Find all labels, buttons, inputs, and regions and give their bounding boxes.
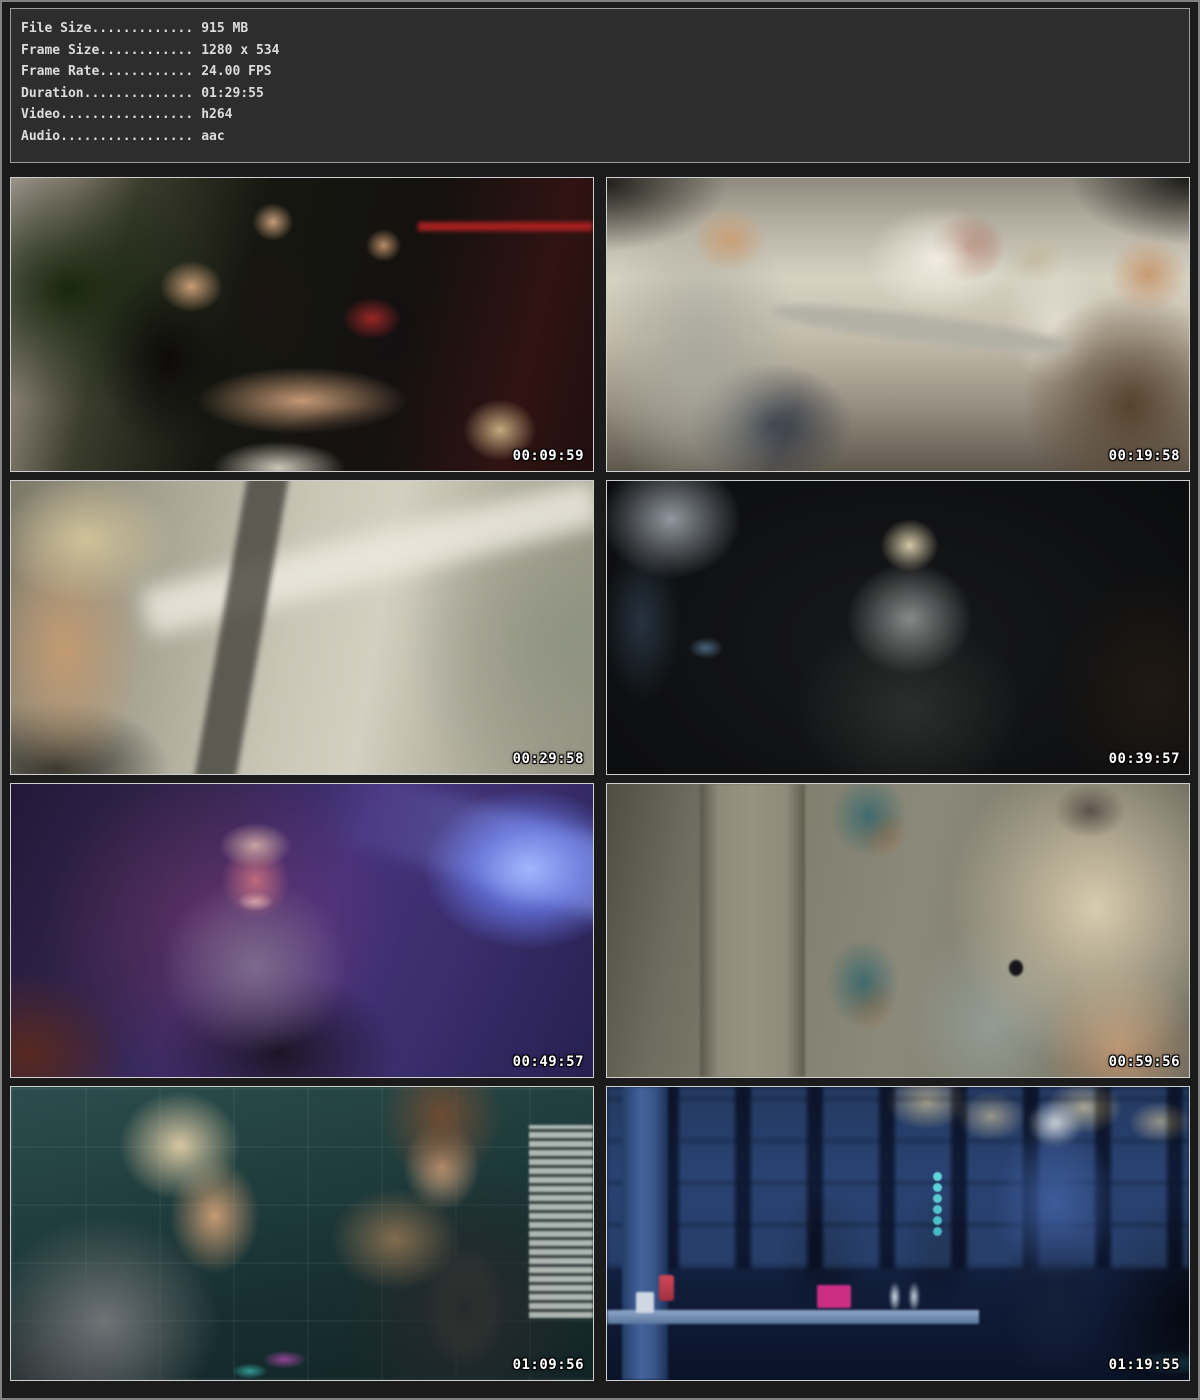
file-size-value: 915 MB	[201, 21, 248, 36]
white-grid-structure	[529, 1125, 593, 1318]
timestamp-badge: 00:29:58	[513, 751, 584, 767]
wall-pillar	[700, 784, 805, 1077]
file-size-label: File Size.............	[21, 21, 193, 36]
earbud-dot	[1009, 960, 1023, 976]
audio-codec-label: Audio.................	[21, 129, 193, 144]
duration-value: 01:29:55	[201, 86, 264, 101]
file-info-panel: File Size............. 915 MB Frame Size.…	[10, 8, 1190, 163]
extended-arm-shape	[769, 297, 1073, 360]
screenshot-thumbnail-7[interactable]: 01:09:56	[10, 1086, 594, 1381]
frame-size-value: 1280 x 534	[201, 43, 279, 58]
teal-dot-column	[933, 1172, 942, 1181]
screenshot-thumbnail-8[interactable]: 01:19:55	[606, 1086, 1190, 1381]
light-streak	[140, 481, 593, 636]
pink-box	[817, 1285, 852, 1308]
scene-art-2	[607, 178, 1189, 471]
screenshot-thumbnail-5[interactable]: 00:49:57	[10, 783, 594, 1078]
water-bottles	[881, 1277, 928, 1309]
frame-size-label: Frame Size............	[21, 43, 193, 58]
scene-art-5	[11, 784, 593, 1077]
duration-label: Duration..............	[21, 86, 193, 101]
screenshot-thumbnail-2[interactable]: 00:19:58	[606, 177, 1190, 472]
page-frame: File Size............. 915 MB Frame Size.…	[0, 0, 1200, 1400]
scene-art-4	[607, 481, 1189, 774]
screenshot-thumbnail-3[interactable]: 00:29:58	[10, 480, 594, 775]
timestamp-badge: 00:49:57	[513, 1054, 584, 1070]
file-info-row-audio: Audio................. aac	[21, 126, 1179, 148]
file-info-row-framesize: Frame Size............ 1280 x 534	[21, 40, 1179, 62]
timestamp-badge: 01:19:55	[1109, 1357, 1180, 1373]
file-info-row-video: Video................. h264	[21, 104, 1179, 126]
scene-art-8	[607, 1087, 1189, 1380]
standing-figure	[968, 1099, 1143, 1369]
screenshot-thumbnail-4[interactable]: 00:39:57	[606, 480, 1190, 775]
file-info-row-framerate: Frame Rate............ 24.00 FPS	[21, 61, 1179, 83]
timestamp-badge: 00:59:56	[1109, 1054, 1180, 1070]
blue-pillar	[622, 1087, 669, 1380]
timestamp-badge: 01:09:56	[513, 1357, 584, 1373]
timestamp-badge: 00:19:58	[1109, 448, 1180, 464]
white-cup	[636, 1292, 653, 1313]
scene-art-3	[11, 481, 593, 774]
window-frame-band	[191, 481, 290, 774]
red-light-strip	[418, 222, 593, 231]
frame-rate-label: Frame Rate............	[21, 64, 193, 79]
blue-light-beam	[310, 784, 593, 930]
screenshot-thumbnail-6[interactable]: 00:59:56	[606, 783, 1190, 1078]
scene-art-7	[11, 1087, 593, 1380]
audio-codec-value: aac	[201, 129, 224, 144]
foreground-table	[607, 1310, 979, 1325]
red-bottle	[659, 1275, 674, 1301]
file-info-row-filesize: File Size............. 915 MB	[21, 18, 1179, 40]
scene-art-1	[11, 178, 593, 471]
frame-rate-value: 24.00 FPS	[201, 64, 271, 79]
file-info-row-duration: Duration.............. 01:29:55	[21, 83, 1179, 105]
scene-art-6	[607, 784, 1189, 1077]
timestamp-badge: 00:39:57	[1109, 751, 1180, 767]
screenshot-grid: 00:09:59 00:19:58 00:29:58 00:39:57 00:4…	[10, 177, 1190, 1381]
screenshot-thumbnail-1[interactable]: 00:09:59	[10, 177, 594, 472]
timestamp-badge: 00:09:59	[513, 448, 584, 464]
video-codec-label: Video.................	[21, 107, 193, 122]
video-codec-value: h264	[201, 107, 232, 122]
